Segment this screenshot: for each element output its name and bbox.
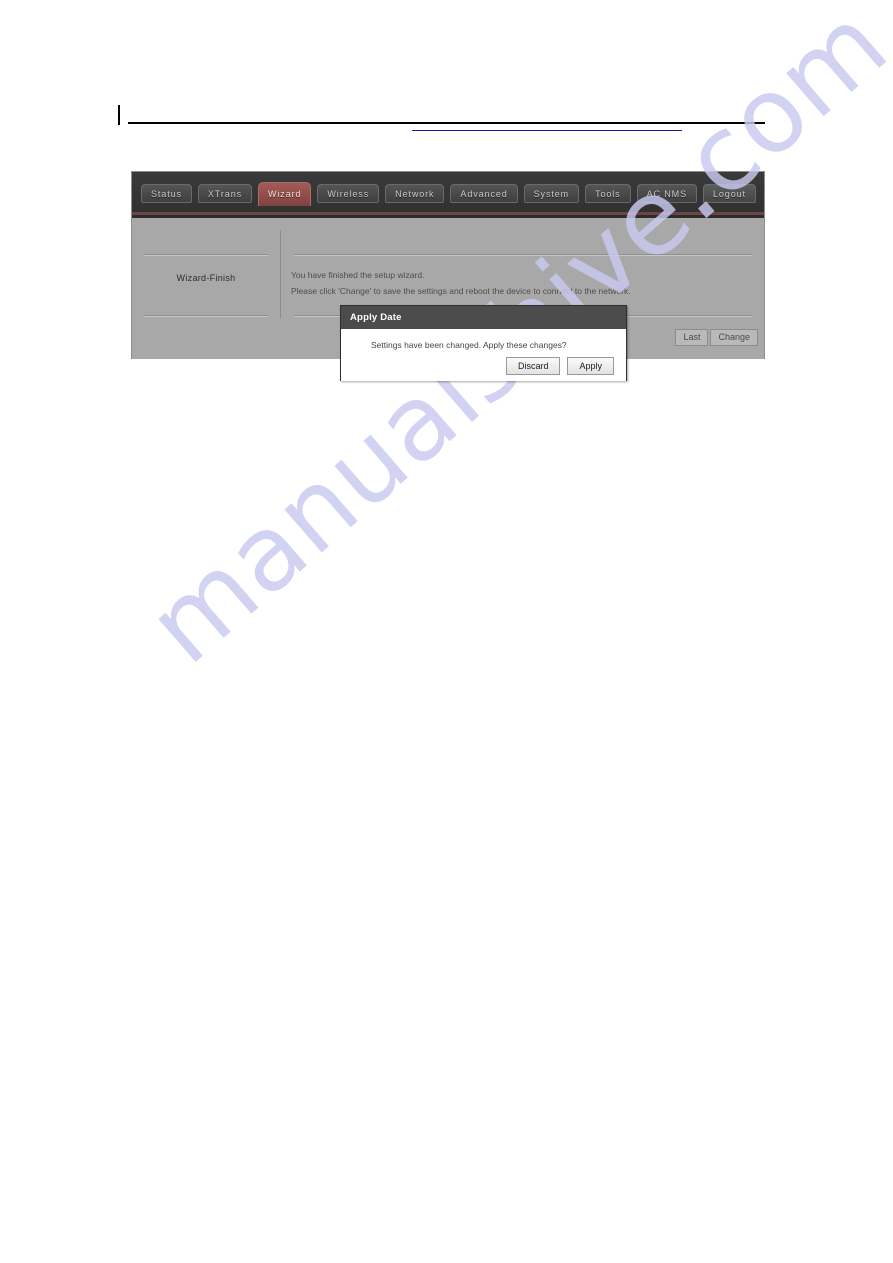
nav-tab-tools[interactable]: Tools (585, 184, 631, 203)
left-column-top-divider (144, 254, 268, 256)
nav-tab-wizard[interactable]: Wizard (258, 182, 312, 206)
apply-button[interactable]: Apply (567, 357, 614, 375)
dialog-title: Apply Date (341, 306, 626, 329)
change-button[interactable]: Change (710, 329, 758, 346)
nav-tab-status[interactable]: Status (141, 184, 192, 203)
nav-tab-list: Status XTrans Wizard Wireless Network Ad… (141, 182, 758, 206)
footer-button-group: Last Change (675, 329, 758, 346)
nav-tab-xtrans[interactable]: XTrans (197, 184, 252, 203)
discard-button[interactable]: Discard (505, 357, 561, 375)
nav-tab-wireless[interactable]: Wireless (317, 184, 380, 203)
navigation-bar: Status XTrans Wizard Wireless Network Ad… (132, 172, 764, 218)
header-hyperlink[interactable] (412, 118, 682, 131)
change-bar-mark (118, 105, 120, 125)
last-button[interactable]: Last (675, 329, 709, 346)
wizard-finish-line-1: You have finished the setup wizard. (291, 270, 425, 280)
right-column-top-divider (294, 254, 752, 256)
content-area: Wizard-Finish You have finished the setu… (132, 218, 764, 381)
nav-tab-network[interactable]: Network (385, 184, 445, 203)
dialog-body: Settings have been changed. Apply these … (341, 329, 626, 381)
apply-date-dialog: Apply Date Settings have been changed. A… (340, 305, 627, 381)
section-label-wizard-finish: Wizard-Finish (176, 273, 236, 283)
dialog-button-group: Discard Apply (505, 357, 614, 375)
dialog-message: Settings have been changed. Apply these … (371, 340, 567, 350)
nav-tab-system[interactable]: System (523, 184, 580, 203)
wizard-finish-line-2: Please click 'Change' to save the settin… (291, 286, 631, 296)
nav-tab-ac-nms[interactable]: AC NMS (636, 184, 697, 203)
nav-tab-logout[interactable]: Logout (702, 184, 756, 203)
router-web-ui-screenshot: Status XTrans Wizard Wireless Network Ad… (131, 171, 765, 381)
column-vertical-divider (280, 230, 281, 318)
nav-tab-advanced[interactable]: Advanced (450, 184, 518, 203)
page-header (0, 0, 893, 140)
left-column-bottom-divider (144, 315, 268, 317)
